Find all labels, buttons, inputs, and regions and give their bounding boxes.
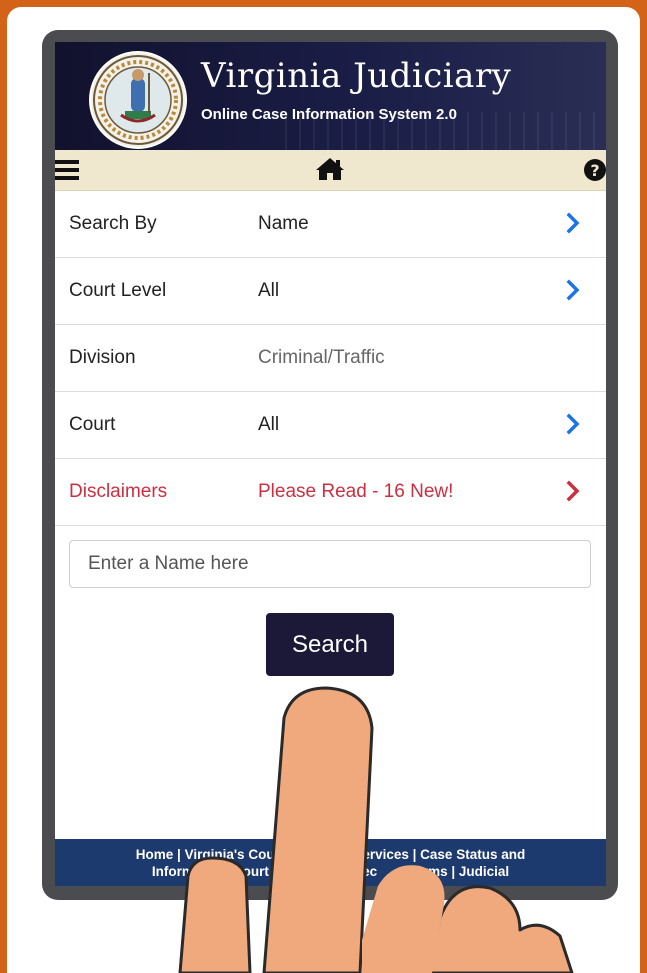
division-row: Division Criminal/Traffic [55,325,606,392]
search-by-value: Name [258,213,309,234]
chevron-right-icon [566,212,580,234]
footer-line-1[interactable]: Home | Virginia's Court Sy e Services | … [55,846,606,863]
chevron-right-icon [566,480,580,502]
disclaimers-label: Disclaimers [69,481,168,502]
court-row[interactable]: Court All [55,392,606,459]
search-options-list: Search By Name Court Level All Division … [55,191,606,526]
app-screen: Virginia Judiciary Online Case Informati… [55,42,606,886]
footer-links[interactable]: Home | Virginia's Court Sy e Services | … [55,839,606,886]
svg-text:?: ? [590,161,599,180]
division-value: Criminal/Traffic [258,347,385,368]
nav-bar: ? [55,150,606,191]
disclaimers-value: Please Read - 16 New! [258,481,454,502]
court-label: Court [69,414,116,435]
hamburger-menu-icon[interactable] [55,160,79,185]
question-circle-icon[interactable]: ? [583,158,606,187]
page-title: Virginia Judiciary [201,56,512,96]
division-label: Division [69,347,136,368]
home-icon[interactable] [315,157,345,186]
site-banner: Virginia Judiciary Online Case Informati… [55,42,606,150]
court-level-label: Court Level [69,280,167,301]
page-subtitle: Online Case Information System 2.0 [201,106,457,123]
court-level-value: All [258,280,280,301]
name-search-input[interactable] [69,540,591,588]
search-button[interactable]: Search [266,613,394,676]
chevron-right-icon [566,279,580,301]
court-value: All [258,414,280,435]
search-by-label: Search By [69,213,157,234]
virginia-seal-icon [89,51,187,149]
disclaimers-row[interactable]: Disclaimers Please Read - 16 New! [55,459,606,526]
footer-line-2[interactable]: Informatio Court Adm Direc orms | Judici… [55,863,606,880]
court-level-row[interactable]: Court Level All [55,258,606,325]
chevron-right-icon [566,413,580,435]
search-by-row[interactable]: Search By Name [55,191,606,258]
